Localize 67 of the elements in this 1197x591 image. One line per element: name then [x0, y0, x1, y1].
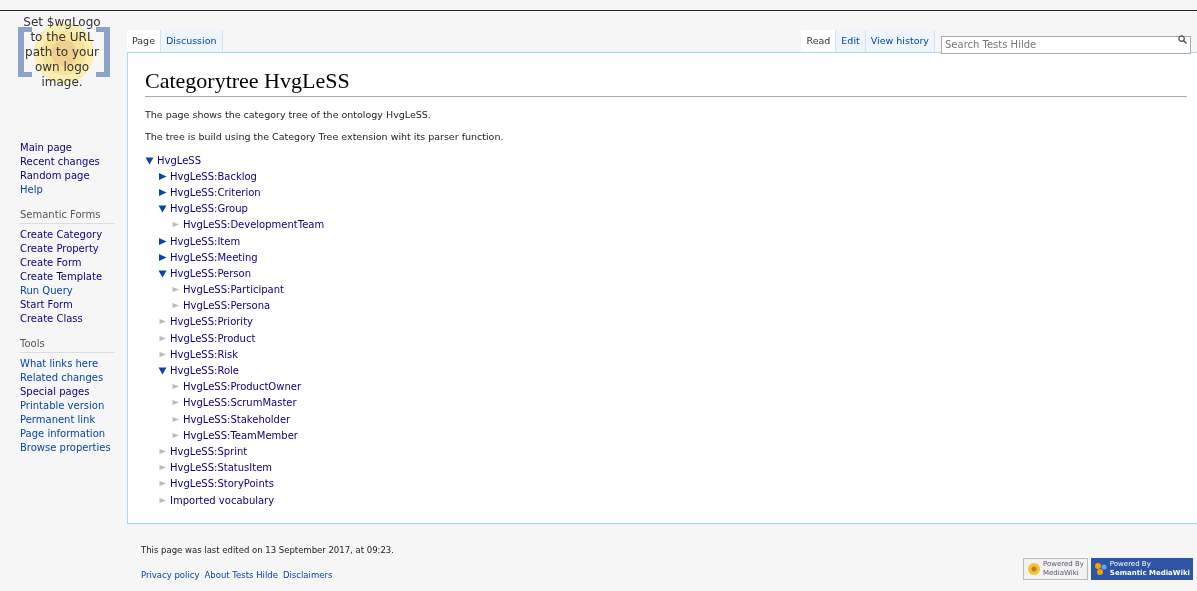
category-link[interactable]: HvgLeSS:Stakeholder: [183, 411, 291, 427]
category-link[interactable]: HvgLeSS:StoryPoints: [170, 476, 274, 492]
sidebar-link[interactable]: Create Template: [20, 270, 103, 284]
sidebar-link[interactable]: Help: [20, 183, 43, 197]
category-link[interactable]: HvgLeSS:StatusItem: [170, 460, 273, 476]
category-link[interactable]: HvgLeSS:Item: [170, 233, 241, 249]
portal-heading: Semantic Forms: [20, 208, 115, 224]
category-link[interactable]: HvgLeSS:Priority: [170, 314, 253, 330]
portal-heading: Tools: [20, 337, 115, 353]
footer-link[interactable]: About Tests Hilde: [204, 568, 278, 582]
expand-triangle-icon[interactable]: [158, 171, 167, 181]
category-link[interactable]: Imported vocabulary: [170, 492, 275, 508]
sidebar-link[interactable]: What links here: [20, 357, 99, 371]
dots-icon: [1093, 562, 1108, 576]
footer-link[interactable]: Privacy policy: [141, 568, 200, 582]
category-link[interactable]: HvgLeSS:Persona: [183, 298, 271, 314]
page-title: Categorytree HvgLeSS: [145, 67, 1187, 97]
collapse-triangle-icon[interactable]: [158, 204, 167, 214]
sidebar-link[interactable]: Permanent link: [20, 413, 96, 427]
logo-text[interactable]: Set $wgLogo to the URL path to your own logo image.: [2, 15, 122, 90]
search-icon[interactable]: [1178, 35, 1187, 44]
sidebar-link[interactable]: Page information: [20, 427, 106, 441]
sidebar-link[interactable]: Create Category: [20, 228, 103, 242]
sidebar-link[interactable]: Start Form: [20, 298, 73, 312]
flower-icon: [1026, 562, 1041, 576]
category-link[interactable]: HvgLeSS:Backlog: [170, 168, 257, 184]
tab[interactable]: Edit: [836, 30, 866, 52]
category-link[interactable]: HvgLeSS:Person: [170, 265, 251, 281]
sidebar-link[interactable]: Related changes: [20, 371, 104, 385]
sidebar-link[interactable]: Browse properties: [20, 441, 111, 455]
category-link[interactable]: HvgLeSS:Sprint: [170, 443, 248, 459]
paragraph: The tree is build using the Category Tree extension wiht its parser function.: [145, 130, 505, 143]
collapse-triangle-icon[interactable]: [145, 155, 154, 165]
tab[interactable]: Read: [801, 30, 837, 52]
sidebar-link[interactable]: Random page: [20, 169, 90, 183]
category-link[interactable]: HvgLeSS:Meeting: [170, 249, 258, 265]
tab[interactable]: View history: [865, 30, 935, 52]
sidebar-link[interactable]: Create Property: [20, 242, 99, 256]
category-link[interactable]: HvgLeSS:ScrumMaster: [183, 395, 297, 411]
expand-triangle-icon[interactable]: [158, 187, 167, 197]
paragraph: The page shows the category tree of the ontology HvgLeSS.: [145, 108, 432, 121]
category-link[interactable]: HvgLeSS:DevelopmentTeam: [183, 217, 325, 233]
collapse-triangle-icon[interactable]: [158, 366, 167, 376]
sidebar-link[interactable]: Special pages: [20, 385, 90, 399]
search-field[interactable]: Search Tests Hilde: [941, 35, 1191, 54]
category-link[interactable]: HvgLeSS:Risk: [170, 346, 239, 362]
footer-link[interactable]: Disclaimers: [282, 568, 333, 582]
sidebar-link[interactable]: Main page: [20, 141, 73, 155]
category-link[interactable]: HvgLeSS:Role: [170, 363, 239, 379]
sidebar-link[interactable]: Create Class: [20, 312, 83, 326]
expand-triangle-icon[interactable]: [158, 252, 167, 262]
sidebar-link[interactable]: Printable version: [20, 399, 105, 413]
category-link[interactable]: HvgLeSS:ProductOwner: [183, 379, 302, 395]
sidebar-link[interactable]: Run Query: [20, 284, 73, 298]
category-link[interactable]: HvgLeSS:TeamMember: [183, 427, 298, 443]
expand-triangle-icon[interactable]: [158, 236, 167, 246]
tab[interactable]: Page: [127, 30, 161, 52]
category-link[interactable]: HvgLeSS:Product: [170, 330, 256, 346]
last-edited-notice: This page was last edited on 13 September 2017, at 09:23.: [141, 544, 394, 557]
category-link[interactable]: HvgLeSS:Group: [170, 201, 248, 217]
sidebar-link[interactable]: Recent changes: [20, 155, 100, 169]
category-link[interactable]: HvgLeSS:Participant: [183, 282, 284, 298]
sidebar-link[interactable]: Create Form: [20, 256, 82, 270]
collapse-triangle-icon[interactable]: [158, 268, 167, 278]
category-link[interactable]: HvgLeSS:Criterion: [170, 184, 261, 200]
category-link[interactable]: HvgLeSS: [157, 152, 202, 168]
tab[interactable]: Discussion: [161, 30, 223, 52]
